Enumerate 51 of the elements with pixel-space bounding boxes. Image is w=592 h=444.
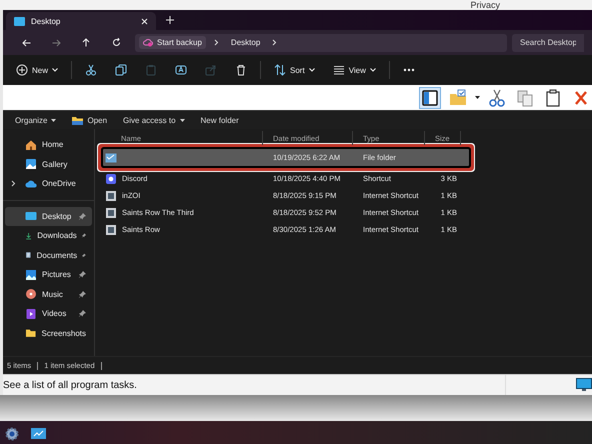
gear-icon[interactable] <box>5 427 19 441</box>
view-button[interactable]: View <box>326 59 383 81</box>
sidebar-item[interactable]: Home <box>5 135 92 154</box>
app-shortcut-icon <box>105 172 117 184</box>
sidebar-item[interactable]: Downloads <box>5 226 92 246</box>
sort-icon <box>274 64 286 76</box>
chevron-icon[interactable] <box>272 39 278 46</box>
music-icon <box>25 288 37 300</box>
menu-item[interactable]: New folder <box>194 114 245 126</box>
close-icon[interactable] <box>141 18 148 24</box>
internet-shortcut-icon <box>105 190 117 202</box>
preview-pane-icon[interactable] <box>419 86 441 108</box>
sidebar-item[interactable]: Documents <box>5 246 92 265</box>
sidebar-item[interactable]: OneDrive <box>5 174 92 194</box>
chevron-icon[interactable] <box>11 180 16 188</box>
picture-icon <box>25 268 37 281</box>
sidebar-item[interactable]: Music <box>5 284 92 304</box>
plus-circle-icon <box>16 64 28 76</box>
tab[interactable]: Desktop <box>6 12 156 30</box>
menu-item[interactable]: Organize <box>9 114 62 126</box>
sidebar-item[interactable]: Desktop <box>5 206 92 226</box>
cloud-icon <box>143 38 153 47</box>
lines-icon <box>332 64 345 76</box>
breadcrumb[interactable]: Start backup <box>139 36 206 49</box>
status-text: See a list of all program tasks. <box>3 380 137 390</box>
sidebar-item[interactable]: Screenshots <box>5 324 92 343</box>
new-button[interactable]: New <box>9 59 66 81</box>
caret-icon[interactable] <box>475 96 480 99</box>
back-arrow-icon[interactable] <box>22 38 30 46</box>
cloud-icon <box>25 178 37 190</box>
sidebar-item[interactable]: Pictures <box>5 265 92 284</box>
breadcrumb[interactable]: Desktop <box>226 36 264 49</box>
up-arrow-icon[interactable] <box>82 38 90 47</box>
sort-button[interactable]: Sort <box>267 59 322 81</box>
caret-icon <box>52 68 58 72</box>
caret-icon <box>308 68 315 72</box>
internet-shortcut-icon <box>105 224 117 236</box>
internet-shortcut-icon <box>105 206 117 218</box>
new-tab-icon[interactable] <box>166 16 174 24</box>
link-text[interactable]: Privacy <box>470 1 500 10</box>
chevron-icon[interactable] <box>214 39 219 46</box>
gallery-icon <box>25 158 37 170</box>
video-icon <box>25 308 37 320</box>
forward-arrow-icon[interactable] <box>52 38 60 46</box>
sidebar-item[interactable]: Gallery <box>5 154 92 174</box>
caret-icon <box>370 68 376 72</box>
house-icon <box>25 138 37 151</box>
sidebar-item[interactable]: Videos <box>5 304 92 324</box>
refresh-icon[interactable] <box>112 38 120 47</box>
menu-item[interactable]: Open <box>66 114 114 126</box>
menu-item[interactable]: Give access to <box>117 114 191 126</box>
